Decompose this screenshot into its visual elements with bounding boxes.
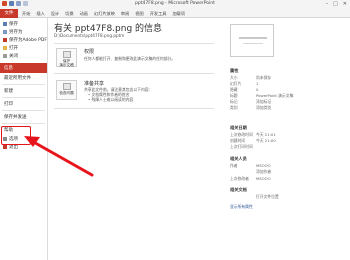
thumbnail-title-placeholder <box>239 37 267 39</box>
divider <box>2 97 45 98</box>
sidebar-item-recent[interactable]: 最近所用文件 <box>0 73 47 83</box>
tab-review[interactable]: 审阅 <box>121 9 129 18</box>
people-heading: 相关人员 <box>230 156 247 161</box>
tab-file[interactable]: 文件 <box>0 9 18 18</box>
sidebar-item-label: 保存并发送 <box>4 115 27 120</box>
sidebar-item-label: 新建 <box>4 89 13 94</box>
sidebar-item-save-pdf[interactable]: 保存为Adobe PDF <box>0 36 47 44</box>
sidebar-item-label: 打开 <box>9 46 18 51</box>
lock-icon <box>62 51 71 58</box>
sidebar-item-label: 最近所用文件 <box>4 76 31 81</box>
check-issues-button[interactable]: 检查问题 <box>56 80 77 100</box>
sidebar-item-label: 保存为Adobe PDF <box>9 38 47 43</box>
protect-presentation-button[interactable]: 保护 演示文稿 <box>56 48 77 67</box>
divider <box>2 123 45 124</box>
permissions-desc: 任何人都能打开、复制和更改此演示文稿的任何部分。 <box>84 56 176 61</box>
property-row[interactable]: 类别 添加类别 <box>230 105 346 111</box>
window-title: ppt47F8.png - Microsoft PowerPoint <box>135 1 215 6</box>
sidebar-item-send[interactable]: 保存并发送 <box>0 112 47 122</box>
annotation-highlight-box <box>1 126 31 145</box>
tab-developer[interactable]: 开发工具 <box>150 9 167 18</box>
sidebar-item-label: 打印 <box>4 102 13 107</box>
prepare-title: 准备共享 <box>84 81 105 87</box>
sidebar-item-print[interactable]: 打印 <box>0 99 47 109</box>
prepare-bullet: • 残障人士难以阅读的内容 <box>88 97 134 102</box>
properties-panel: 属性 大小 尚未保存 幻灯片 1 隐藏 0 标题 PowerPoint 演示文稿 标记添… <box>226 18 350 260</box>
sidebar-item-label: 信息 <box>4 66 13 71</box>
sidebar-item-save-as[interactable]: 另存为 <box>0 28 47 36</box>
title-bar: ppt47F8.png - Microsoft PowerPoint – □ ✕ <box>0 0 350 9</box>
sidebar-item-close[interactable]: 关闭 <box>0 52 47 60</box>
document-path: D:\Documents\ppt47F8.png.pptm <box>54 33 125 38</box>
tab-insert[interactable]: 插入 <box>36 9 44 18</box>
window-controls: – □ ✕ <box>326 1 347 7</box>
people-row: 上次修改者 MSOOO <box>230 176 271 181</box>
maximize-button[interactable]: □ <box>333 1 338 7</box>
save-icon <box>3 22 7 26</box>
tab-slideshow[interactable]: 幻灯片放映 <box>94 9 115 18</box>
info-panel: 有关 ppt47F8.png 的信息 D:\Documents\ppt47F8.… <box>52 18 220 260</box>
tab-design[interactable]: 设计 <box>51 9 59 18</box>
tab-animations[interactable]: 动画 <box>80 9 88 18</box>
open-file-location-link[interactable]: 打开文件位置 <box>230 194 346 200</box>
sidebar-item-label: 关闭 <box>9 54 18 59</box>
divider <box>2 84 45 85</box>
sidebar-item-save[interactable]: 保存 <box>0 20 47 28</box>
divider <box>54 108 214 109</box>
properties-heading[interactable]: 属性 <box>230 68 238 74</box>
related-docs-heading: 相关文档 <box>230 187 247 192</box>
save-as-icon <box>3 30 7 34</box>
sidebar-item-label: 另存为 <box>9 30 23 35</box>
people-row[interactable]: 添加作者 <box>230 169 346 175</box>
thumbnail-subtitle-placeholder <box>243 43 263 44</box>
dates-heading: 相关日期 <box>230 125 247 130</box>
ribbon-tabs: 文件 开始 插入 设计 切换 动画 幻灯片放映 审阅 视图 开发工具 加载项 <box>0 9 350 18</box>
open-folder-icon <box>3 46 7 50</box>
close-button[interactable]: ✕ <box>343 1 347 7</box>
close-doc-icon <box>3 54 7 58</box>
divider <box>54 73 214 74</box>
tab-transitions[interactable]: 切换 <box>65 9 73 18</box>
minimize-button[interactable]: – <box>326 1 329 7</box>
tab-addins[interactable]: 加载项 <box>172 9 185 18</box>
slide-thumbnail <box>230 24 274 57</box>
show-all-properties-link[interactable]: 显示所有属性 <box>230 204 346 210</box>
divider <box>2 110 45 111</box>
exit-icon <box>3 145 7 149</box>
ribbon-tab-list: 开始 插入 设计 切换 动画 幻灯片放映 审阅 视图 开发工具 加载项 <box>22 9 185 18</box>
divider <box>54 43 214 44</box>
sidebar-item-info[interactable]: 信息 <box>0 63 47 73</box>
sidebar-item-open[interactable]: 打开 <box>0 44 47 52</box>
permissions-title: 权限 <box>84 49 95 55</box>
date-row: 上次打印时间 <box>230 144 253 149</box>
inspect-icon <box>62 83 71 90</box>
sidebar-item-new[interactable]: 新建 <box>0 86 47 96</box>
pdf-icon <box>3 38 7 42</box>
tab-view[interactable]: 视图 <box>135 9 143 18</box>
tab-home[interactable]: 开始 <box>22 9 30 18</box>
sidebar-item-label: 保存 <box>9 22 18 27</box>
